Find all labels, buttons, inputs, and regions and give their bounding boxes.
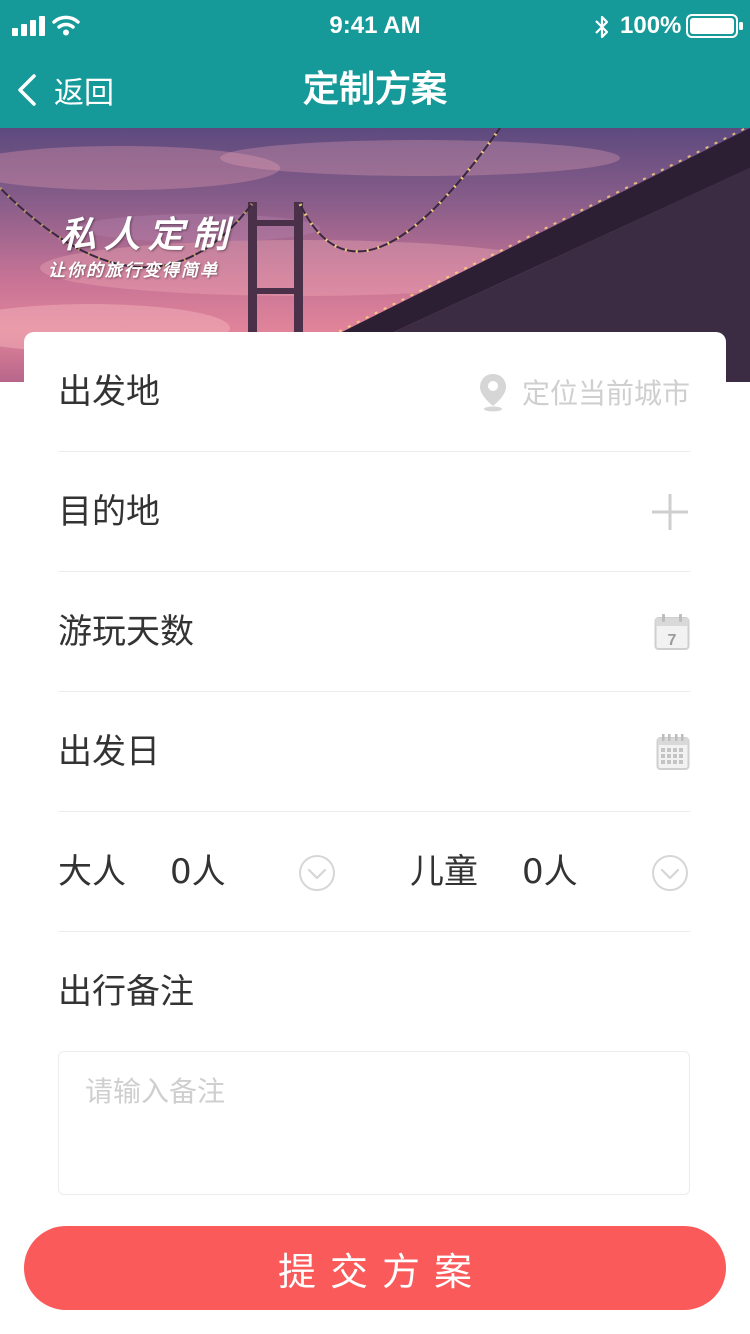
page-title: 定制方案	[302, 69, 447, 110]
bluetooth-icon	[595, 15, 609, 39]
notes-label: 出行备注	[58, 972, 194, 1012]
plus-icon	[652, 494, 688, 530]
days-picker-button[interactable]: 7	[654, 572, 690, 692]
destination-label: 目的地	[58, 492, 160, 532]
children-chevron-down-icon[interactable]	[651, 854, 689, 892]
calendar-7-icon: 7	[654, 614, 690, 650]
battery-icon	[686, 14, 743, 38]
locate-city-placeholder: 定位当前城市	[521, 377, 690, 410]
travelers-row: 大人 0人 儿童 0人	[58, 812, 690, 932]
departure-label: 出发地	[58, 372, 160, 412]
date-row[interactable]: 出发日	[58, 692, 690, 812]
children-label: 儿童	[410, 852, 478, 892]
submit-button[interactable]: 提交方案	[24, 1226, 726, 1310]
destination-row[interactable]: 目的地	[58, 452, 690, 572]
adults-count: 0人	[170, 852, 226, 892]
children-count: 0人	[522, 852, 578, 892]
notes-input[interactable]	[58, 1051, 690, 1195]
svg-text:7: 7	[668, 632, 677, 649]
adults-label: 大人	[58, 852, 126, 892]
days-label: 游玩天数	[58, 612, 194, 652]
hero-subtitle: 让你的旅行变得简单	[48, 261, 219, 281]
hero-title: 私人定制	[60, 214, 237, 256]
location-pin-icon	[479, 374, 506, 412]
add-destination-button[interactable]	[650, 452, 690, 572]
calendar-grid-icon	[656, 734, 690, 770]
status-bar: 9:41 AM 100%	[0, 0, 750, 52]
header: 9:41 AM 100% 返回 定制方案	[0, 0, 750, 128]
locate-city-button[interactable]: 定位当前城市	[478, 332, 690, 452]
adults-chevron-down-icon[interactable]	[298, 854, 336, 892]
date-label: 出发日	[58, 732, 160, 772]
date-picker-button[interactable]	[656, 692, 690, 812]
days-row[interactable]: 游玩天数 7	[58, 572, 690, 692]
nav-bar: 返回 定制方案	[0, 52, 750, 128]
form-card: 出发地 定位当前城市 目的地 游玩天数 7 出发日 大人 0人 儿童 0人 出行…	[24, 332, 726, 1212]
battery-percent: 100%	[620, 12, 682, 39]
departure-row[interactable]: 出发地 定位当前城市	[58, 332, 690, 452]
